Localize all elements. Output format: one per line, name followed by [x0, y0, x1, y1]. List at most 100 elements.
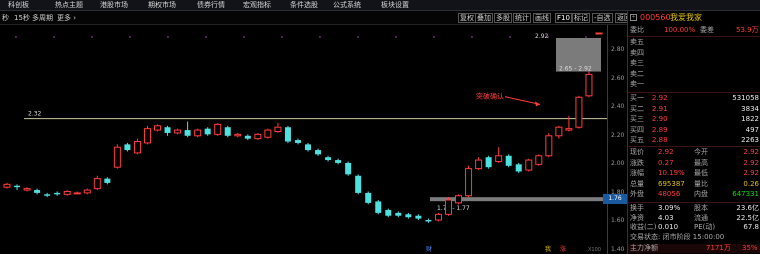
- candle: [355, 174, 362, 195]
- divider: [628, 92, 760, 93]
- candle: [465, 165, 473, 198]
- period-button[interactable]: 更多 ›: [57, 11, 76, 25]
- weibi-row: 委比 100.00% 委差 53.9万: [628, 26, 760, 35]
- toolbar-button[interactable]: 复权: [458, 13, 476, 23]
- nav-item[interactable]: 板块设置: [381, 0, 409, 11]
- candle: [93, 175, 101, 191]
- candle-body: [545, 135, 553, 157]
- candle-body: [113, 146, 121, 168]
- candle-body: [434, 213, 442, 221]
- candle-body: [234, 133, 242, 137]
- ask-label: 卖五: [630, 38, 644, 46]
- stat-label: 流通: [694, 213, 708, 222]
- ask-row: 卖二: [628, 70, 760, 79]
- candle-body: [565, 128, 573, 131]
- candlestick-chart[interactable]: 2.32 1.73 - 1.77 2.92 2.65 - 2.92 突破确认财 我 涨 X10…: [0, 25, 607, 254]
- bid-price: 2.92: [652, 94, 668, 102]
- toolbar-button[interactable]: 统计: [513, 13, 531, 23]
- candle: [475, 157, 483, 171]
- range-label: 2.65 - 2.92: [559, 66, 592, 73]
- candle-body: [575, 96, 583, 128]
- candle: [335, 158, 342, 165]
- nav-item[interactable]: 债券行情: [197, 0, 225, 11]
- nav-item[interactable]: 科创板: [8, 0, 29, 11]
- signal-dot: [167, 36, 169, 38]
- candle-body: [495, 155, 503, 162]
- stat-label: 内盘: [694, 190, 708, 198]
- candle-body: [93, 178, 101, 190]
- nav-item[interactable]: 宏观指标: [243, 0, 271, 11]
- candle-body: [244, 135, 251, 139]
- candle-body: [595, 32, 603, 35]
- stat-label: 涨跌: [630, 158, 644, 167]
- candle: [194, 128, 202, 138]
- nav-item[interactable]: 公式系统: [333, 0, 361, 11]
- candle-body: [124, 144, 131, 151]
- signal-dot: [91, 36, 93, 38]
- bid-row: 买二 2.91 3834: [628, 105, 760, 114]
- candle: [555, 125, 563, 139]
- candle: [315, 148, 322, 156]
- bid-row: 买四 2.89 497: [628, 126, 760, 135]
- period-button[interactable]: 多周期: [32, 11, 53, 25]
- stat-label: 净资: [630, 213, 644, 222]
- candle: [34, 188, 41, 195]
- period-button[interactable]: 秒: [2, 11, 9, 25]
- candle-body: [164, 127, 171, 133]
- candle: [154, 124, 162, 132]
- candle-body: [3, 183, 11, 188]
- nav-item[interactable]: 条件选股: [290, 0, 318, 11]
- main-flow-label: 主力净额: [630, 244, 658, 252]
- main-flow-row: 主力净额 7171万 35%: [628, 244, 760, 253]
- toolbar-button[interactable]: 多股: [494, 13, 512, 23]
- candle-body: [44, 194, 51, 196]
- toolbar-button[interactable]: 标记: [572, 13, 590, 23]
- candle-body: [264, 129, 272, 138]
- candle-body: [465, 168, 473, 197]
- toolbar-button[interactable]: 叠加: [475, 13, 493, 23]
- toolbar-button[interactable]: F10: [555, 13, 572, 23]
- y-tick-label: 2.40: [611, 103, 625, 111]
- candle-body: [365, 192, 372, 203]
- candle: [545, 132, 553, 158]
- resistance-label: 2.32: [28, 111, 42, 118]
- nav-item[interactable]: 港股市场: [100, 0, 128, 11]
- candle: [294, 138, 301, 145]
- candle: [234, 132, 242, 138]
- toolbar-button[interactable]: 画线: [533, 13, 551, 23]
- stat-value: 2.92: [658, 148, 674, 156]
- candle: [104, 177, 111, 185]
- stat-label: 现价: [630, 148, 644, 156]
- bid-volume: 531058: [732, 94, 759, 102]
- candle: [444, 197, 452, 216]
- stat-value: 647331: [732, 190, 759, 198]
- stat-value: 22.5亿: [736, 213, 759, 222]
- candle-body: [395, 212, 402, 216]
- candle: [44, 192, 51, 198]
- toolbar-button[interactable]: -自选: [592, 13, 613, 23]
- candle: [63, 190, 71, 196]
- signal-dot: [471, 36, 473, 38]
- signal-dot: [129, 36, 131, 38]
- stat-label: 最高: [694, 158, 708, 167]
- bid-label: 买二: [630, 104, 644, 113]
- candle-body: [294, 140, 301, 143]
- candle: [505, 154, 512, 168]
- bid-volume: 2263: [741, 136, 759, 144]
- candle: [345, 161, 352, 176]
- candle: [575, 95, 583, 129]
- expand-icon[interactable]: +: [630, 14, 637, 21]
- trade-status-row: 交易状态: 闭市阶段 15:00:00: [628, 233, 760, 242]
- nav-item[interactable]: 期权市场: [148, 0, 176, 11]
- event-marker: 我: [545, 245, 551, 253]
- weibi-value: 100.00%: [664, 26, 696, 34]
- stat-row: 涨跌 0.27 最高 2.92: [628, 159, 760, 168]
- candle-body: [214, 123, 222, 135]
- bid-price: 2.89: [652, 125, 668, 134]
- candle: [244, 134, 251, 141]
- candle-body: [475, 159, 483, 170]
- signal-dot: [433, 36, 435, 38]
- period-button[interactable]: 15秒: [14, 11, 30, 25]
- candle-body: [23, 188, 31, 191]
- nav-item[interactable]: 热点主题: [55, 0, 83, 11]
